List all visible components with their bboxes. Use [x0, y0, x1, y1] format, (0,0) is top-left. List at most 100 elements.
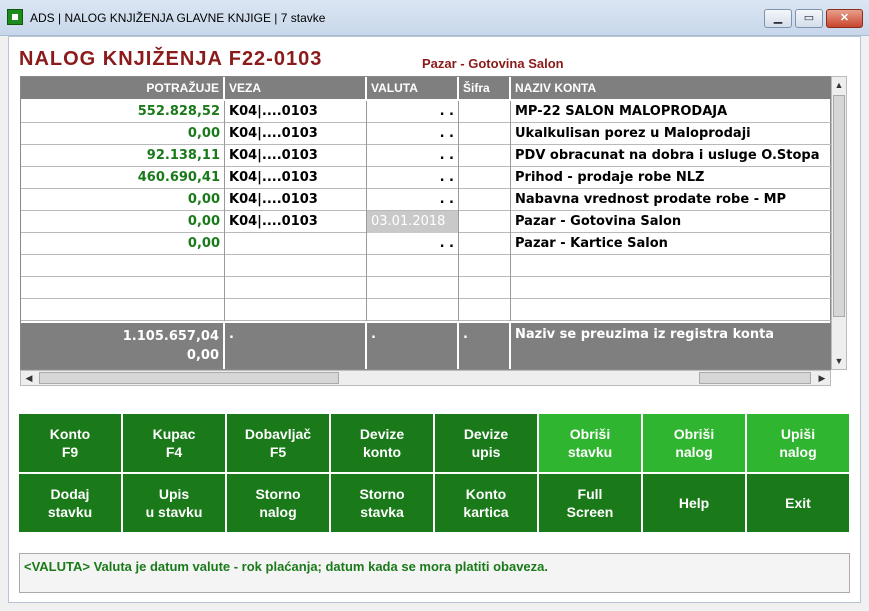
cell-valuta[interactable] — [367, 299, 459, 321]
table-row[interactable]: 552.828,52 K04|....0103. . MP-22 SALON MAL… — [21, 101, 832, 123]
cell-potrazuje[interactable]: 0,00 — [21, 189, 225, 211]
cell-veza[interactable]: K04|....0103 — [225, 211, 367, 233]
table-row[interactable]: 0,00 K04|....0103 03.01.2018 Pazar - Gotovi… — [21, 211, 832, 233]
minimize-button[interactable]: ▁ — [764, 9, 792, 28]
cell-potrazuje[interactable]: 0,00 — [21, 211, 225, 233]
cell-veza[interactable]: K04|....0103 — [225, 189, 367, 211]
cell-potrazuje[interactable]: 0,00 — [21, 123, 225, 145]
cell-sifra[interactable] — [459, 277, 511, 299]
table-row[interactable]: 0,00 K04|....0103. . Nabavna vrednost prod… — [21, 189, 832, 211]
cell-naziv-konta[interactable] — [511, 255, 832, 277]
cell-sifra[interactable] — [459, 233, 511, 255]
cell-veza[interactable] — [225, 299, 367, 321]
cell-sifra[interactable] — [459, 211, 511, 233]
cell-sifra[interactable] — [459, 299, 511, 321]
devize-konto-button[interactable]: Devize konto — [331, 414, 433, 472]
cell-sifra[interactable] — [459, 167, 511, 189]
cell-naziv-konta[interactable] — [511, 299, 832, 321]
button-label-line1: Upis — [158, 486, 190, 502]
grid-header: POTRAŽUJE VEZA VALUTA Šifra NAZIV KONTA — [21, 77, 832, 99]
cell-naziv-konta[interactable]: Prihod - prodaje robe NLZ — [511, 167, 832, 189]
cell-naziv-konta[interactable]: MP-22 SALON MALOPRODAJA — [511, 101, 832, 123]
close-button[interactable]: ✕ — [826, 9, 863, 28]
cell-veza[interactable]: K04|....0103 — [225, 167, 367, 189]
cell-valuta[interactable]: . . — [367, 123, 459, 145]
horizontal-scroll-thumb-secondary[interactable] — [699, 372, 811, 384]
cell-potrazuje[interactable] — [21, 277, 225, 299]
cell-potrazuje[interactable]: 0,00 — [21, 233, 225, 255]
kupac-f4-button[interactable]: Kupac F4 — [123, 414, 225, 472]
obriši-nalog-button[interactable]: Obriši nalog — [643, 414, 745, 472]
storno-stavka-button[interactable]: Storno stavka — [331, 474, 433, 532]
column-header-valuta[interactable]: VALUTA — [367, 77, 459, 99]
horizontal-scroll-thumb[interactable] — [39, 372, 339, 384]
status-bar: <VALUTA> Valuta je datum valute - rok pl… — [19, 553, 850, 593]
scroll-up-icon[interactable]: ▲ — [832, 77, 846, 93]
dodaj-stavku-button[interactable]: Dodaj stavku — [19, 474, 121, 532]
table-row[interactable] — [21, 277, 832, 299]
table-row[interactable]: 0,00 . . Pazar - Kartice Salon — [21, 233, 832, 255]
cell-sifra[interactable] — [459, 101, 511, 123]
cell-valuta[interactable]: . . — [367, 101, 459, 123]
obriši-stavku-button[interactable]: Obriši stavku — [539, 414, 641, 472]
cell-naziv-konta[interactable]: Pazar - Gotovina Salon — [511, 211, 832, 233]
column-header-naziv-konta[interactable]: NAZIV KONTA — [511, 77, 832, 99]
cell-veza[interactable]: K04|....0103 — [225, 145, 367, 167]
cell-valuta[interactable]: . . — [367, 233, 459, 255]
column-header-potrazuje[interactable]: POTRAŽUJE — [21, 77, 225, 99]
cell-naziv-konta[interactable]: Pazar - Kartice Salon — [511, 233, 832, 255]
vertical-scrollbar[interactable]: ▲ ▼ — [831, 76, 847, 370]
storno-nalog-button[interactable]: Storno nalog — [227, 474, 329, 532]
cell-valuta[interactable]: . . — [367, 189, 459, 211]
table-row[interactable]: 0,00 K04|....0103. . Ukalkulisan porez u M… — [21, 123, 832, 145]
horizontal-scrollbar[interactable]: ◀ ▶ — [20, 370, 831, 386]
table-row[interactable] — [21, 299, 832, 321]
cell-valuta[interactable]: . . — [367, 145, 459, 167]
cell-potrazuje[interactable]: 92.138,11 — [21, 145, 225, 167]
cell-veza[interactable] — [225, 233, 367, 255]
cell-valuta[interactable]: . . — [367, 167, 459, 189]
exit-button[interactable]: Exit — [747, 474, 849, 532]
cell-valuta[interactable] — [367, 277, 459, 299]
cell-potrazuje[interactable] — [21, 255, 225, 277]
ledger-grid[interactable]: POTRAŽUJE VEZA VALUTA Šifra NAZIV KONTA … — [20, 76, 832, 370]
scroll-right-icon[interactable]: ▶ — [814, 371, 830, 385]
konto-kartica-button[interactable]: Konto kartica — [435, 474, 537, 532]
cell-veza[interactable] — [225, 277, 367, 299]
table-row[interactable]: 460.690,41 K04|....0103. . Prihod - prodaj… — [21, 167, 832, 189]
cell-veza[interactable]: K04|....0103 — [225, 101, 367, 123]
help-button[interactable]: Help — [643, 474, 745, 532]
cell-valuta[interactable] — [367, 255, 459, 277]
cell-sifra[interactable] — [459, 123, 511, 145]
cell-potrazuje[interactable]: 460.690,41 — [21, 167, 225, 189]
cell-sifra[interactable] — [459, 145, 511, 167]
full-screen-button[interactable]: Full Screen — [539, 474, 641, 532]
cell-naziv-konta[interactable] — [511, 277, 832, 299]
cell-naziv-konta[interactable]: PDV obracunat na dobra i usluge O.Stopa — [511, 145, 832, 167]
cell-veza[interactable] — [225, 255, 367, 277]
column-header-veza[interactable]: VEZA — [225, 77, 367, 99]
cell-naziv-konta[interactable]: Nabavna vrednost prodate robe - MP — [511, 189, 832, 211]
cell-veza[interactable]: K04|....0103 — [225, 123, 367, 145]
konto-f9-button[interactable]: Konto F9 — [19, 414, 121, 472]
cell-potrazuje[interactable] — [21, 299, 225, 321]
scroll-down-icon[interactable]: ▼ — [832, 353, 846, 369]
cell-sifra[interactable] — [459, 255, 511, 277]
cell-valuta[interactable]: 03.01.2018 — [367, 211, 459, 233]
document-title: NALOG KNJIŽENJA F22-0103 — [19, 48, 323, 70]
table-row[interactable]: 92.138,11 K04|....0103. . PDV obracunat na… — [21, 145, 832, 167]
upis-u-stavku-button[interactable]: Upis u stavku — [123, 474, 225, 532]
maximize-button[interactable]: ▭ — [795, 9, 823, 28]
upiši-nalog-button[interactable]: Upiši nalog — [747, 414, 849, 472]
vertical-scroll-thumb[interactable] — [833, 95, 845, 317]
scroll-left-icon[interactable]: ◀ — [21, 371, 37, 385]
button-label-line2: stavku — [567, 444, 613, 460]
column-header-sifra[interactable]: Šifra — [459, 77, 511, 99]
cell-potrazuje[interactable]: 552.828,52 — [21, 101, 225, 123]
devize-upis-button[interactable]: Devize upis — [435, 414, 537, 472]
button-label-line2: Screen — [566, 504, 614, 520]
cell-sifra[interactable] — [459, 189, 511, 211]
table-row[interactable] — [21, 255, 832, 277]
dobavljač-f5-button[interactable]: Dobavljač F5 — [227, 414, 329, 472]
cell-naziv-konta[interactable]: Ukalkulisan porez u Maloprodaji — [511, 123, 832, 145]
